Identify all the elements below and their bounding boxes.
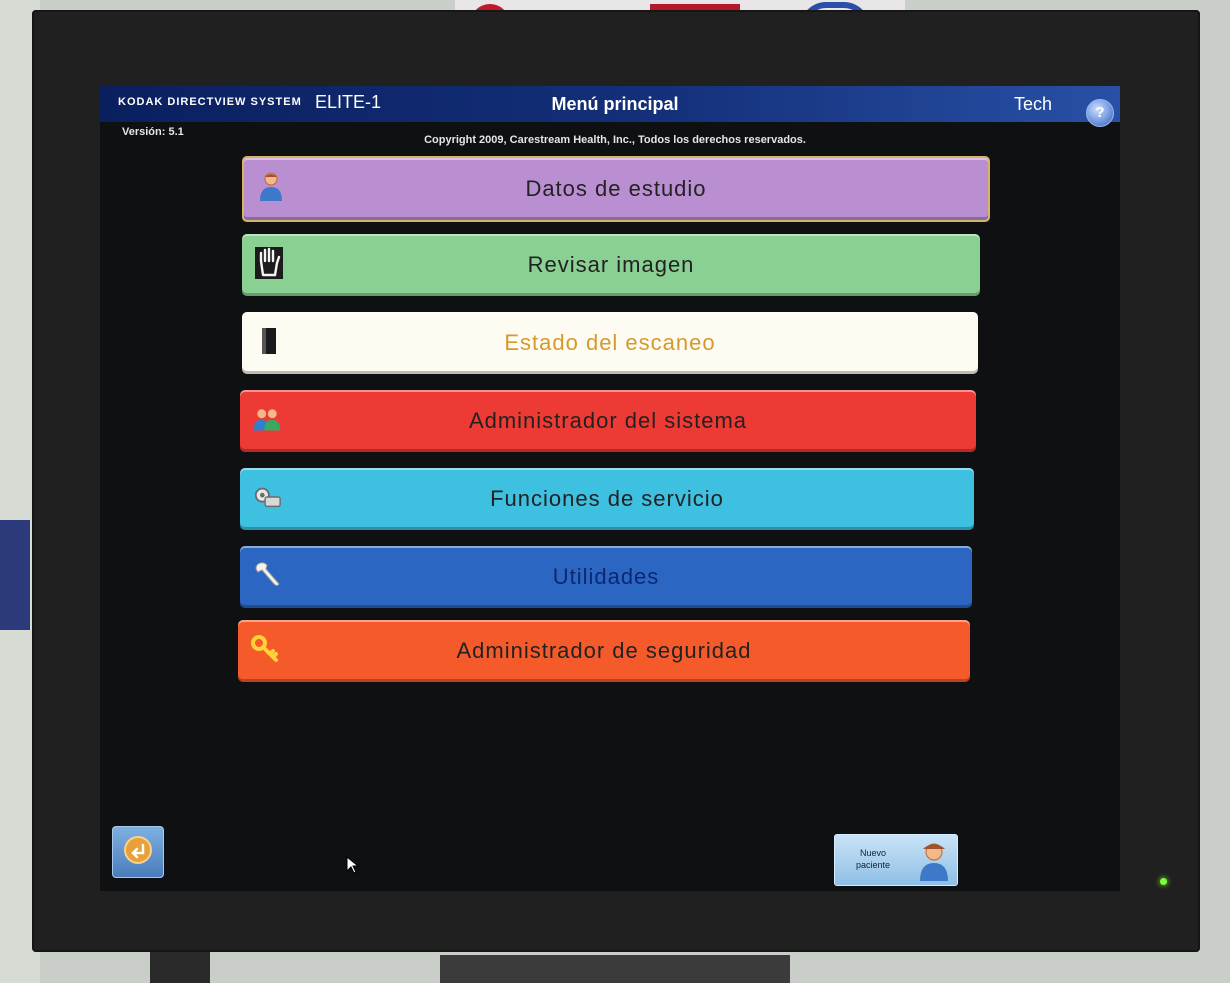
service-functions-button[interactable]: Funciones de servicio xyxy=(240,468,974,530)
scan-status-button[interactable]: Estado del escaneo xyxy=(242,312,978,374)
model-label: ELITE-1 xyxy=(315,92,382,112)
brand-label: KODAK DIRECTVIEW SYSTEM xyxy=(118,96,302,108)
patient-icon xyxy=(917,841,951,881)
menu-item-label: Datos de estudio xyxy=(525,176,707,201)
menu-item-label: Estado del escaneo xyxy=(504,330,716,355)
menu-item-label: Funciones de servicio xyxy=(490,486,724,511)
copyright-label: Copyright 2009, Carestream Health, Inc.,… xyxy=(424,134,806,146)
new-patient-button[interactable]: Nuevo paciente xyxy=(834,834,958,886)
utilities-button[interactable]: Utilidades xyxy=(240,546,972,608)
monitor-stand-leg xyxy=(150,950,210,983)
back-icon xyxy=(123,835,153,870)
help-icon[interactable]: ? xyxy=(1086,99,1114,127)
system-admin-button[interactable]: Administrador del sistema xyxy=(240,390,976,452)
title-bar: KODAK DIRECTVIEW SYSTEM ELITE-1 Menú pri… xyxy=(100,86,1120,122)
security-admin-button[interactable]: Administrador de seguridad xyxy=(238,620,970,682)
back-button[interactable] xyxy=(112,826,164,878)
wall-object xyxy=(0,520,30,630)
monitor-stand xyxy=(440,955,790,983)
screen: KODAK DIRECTVIEW SYSTEM ELITE-1 Menú pri… xyxy=(100,86,1120,891)
study-data-button[interactable]: Datos de estudio xyxy=(242,156,990,222)
menu-item-label: Administrador del sistema xyxy=(468,408,748,433)
menu-item-label: Utilidades xyxy=(552,564,660,589)
page-title: Menú principal xyxy=(551,94,679,114)
menu-item-label: Administrador de seguridad xyxy=(456,638,752,663)
review-image-button[interactable]: Revisar imagen xyxy=(242,234,980,296)
user-label: Tech xyxy=(1014,94,1053,114)
version-label: Versión: 5.1 xyxy=(122,126,184,138)
menu-item-label: Revisar imagen xyxy=(527,252,695,277)
new-patient-label: Nuevo paciente xyxy=(855,848,891,870)
mouse-cursor xyxy=(346,855,360,874)
power-led xyxy=(1160,878,1167,885)
